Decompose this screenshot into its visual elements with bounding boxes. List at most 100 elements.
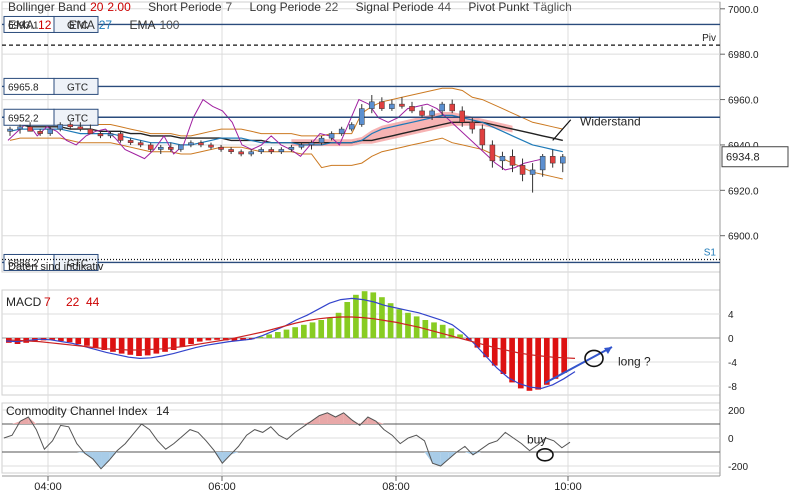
legend-signal-val: 44 [437,0,452,14]
main-panel-frame [1,1,721,273]
macd-histogram-bar [327,317,333,338]
macd-tick-label: -4 [728,358,737,369]
macd-histogram-bar [118,338,125,354]
candle-body [77,126,84,130]
macd-histogram-bar [127,338,134,355]
candle-body [469,122,476,130]
legend-long-label: Long Periode [249,0,321,14]
legend-pivot-label: Pivot Punkt [468,0,530,14]
candle-body [218,146,224,150]
legend-bb-p2: 2.00 [107,0,131,14]
candle-body [57,124,63,130]
candle-body [37,131,43,134]
price-tick-label: 7000.0 [728,5,759,16]
candle-body [499,156,506,162]
time-tick-label: 10:00 [554,481,582,493]
candle-body [97,133,104,137]
candle-body [188,142,194,146]
cci-line [3,412,571,470]
legend-ema12-label: EMA [8,18,35,32]
macd-histogram-bar [66,338,73,343]
macd-histogram-bar [196,338,203,342]
macd-tick-label: 0 [728,334,734,345]
widerstand-annotation: Widerstand [580,115,641,129]
candle-body [67,124,74,128]
macd-histogram-bar [162,338,168,352]
ema-legend: EMA 12 EMA 27 EMA 100 [8,18,183,32]
macd-histogram-bar [370,292,377,338]
legend-ema27-label: EMA [68,18,95,32]
macd-histogram-bar [509,338,515,383]
candle-body [288,146,295,150]
macd-histogram-bar [353,294,359,338]
macd-circle-annotation [584,349,604,368]
time-tick-label: 08:00 [382,481,410,493]
current-price-label: 6934.8 [726,152,760,164]
macd-histogram-bar [136,338,142,356]
candle-body [479,128,486,146]
macd-histogram-bar [283,329,290,338]
candle-body [117,133,124,141]
candle-body [238,151,244,155]
candle-body [459,110,465,123]
candle-body [147,144,154,150]
macd-panel-frame [1,289,721,396]
candle-body [560,156,566,164]
macd-histogram-bar [439,324,446,338]
legend-long-val: 22 [324,0,339,14]
candle-body [308,142,315,146]
candle-body [178,144,184,150]
cci-oversold-fill [424,452,433,464]
legend-bb-p1: 20 [90,0,104,14]
legend-signal-label: Signal Periode [355,0,434,14]
macd-histogram-bar [318,320,325,338]
macd-histogram-bar [543,338,550,385]
main-legend: Bollinger Band 20 2.00 Short Periode 7 Long… [8,0,576,14]
chart-canvas: 04:00 06:00 08:00 10:00 7000.0 6980.0 6960.0 69… [1,1,789,493]
candle-body [489,144,496,162]
candle-body [298,144,305,148]
candle-body [519,165,526,175]
price-tick-label: 6920.0 [728,186,759,197]
macd-histogram-bar [344,302,351,338]
candle-body [87,128,94,134]
macd-param-fast: 7 [44,295,51,309]
time-tick-label: 06:00 [208,481,236,493]
candle-body [389,103,395,109]
macd-histogram-bar [309,322,316,338]
legend-short-val: 7 [225,0,233,14]
candle-body [107,133,114,137]
macd-param-slow: 22 [66,295,80,309]
candle-body [268,149,275,152]
legend-ema100-val: 100 [159,18,180,32]
pivot-label: Piv [702,33,716,44]
candle-body [449,103,455,112]
macd-histogram-bar [179,338,186,347]
macd-histogram-bar [301,324,307,338]
candle-body [399,103,405,107]
candle-body [47,128,53,134]
order-level-price-label: 6965.8 [8,82,39,93]
candle-body [17,126,23,130]
cci-param: 14 [156,404,170,418]
macd-histogram-bar [361,291,368,338]
legend-short-label: Short Periode [148,0,222,14]
candle-body [409,106,415,112]
macd-histogram-bar [274,332,281,338]
macd-histogram-bar [517,338,524,389]
cci-tick-label: 200 [728,406,745,417]
candle-body [318,137,325,143]
macd-tick-label: -8 [728,382,737,393]
cci-circle-annotation [536,447,554,462]
price-tick-label: 6980.0 [728,50,759,61]
candle-body [529,169,536,175]
candle-body [7,128,13,132]
pivot-label: S1 [704,248,717,259]
cci-oversold-fill [440,452,449,466]
candle-body [278,149,285,152]
macd-histogram-bar [292,327,299,338]
macd-tick-label: 4 [728,310,734,321]
macd-histogram-bar [205,338,212,341]
candle-body [419,110,425,116]
legend-ema12-val: 12 [38,18,52,32]
